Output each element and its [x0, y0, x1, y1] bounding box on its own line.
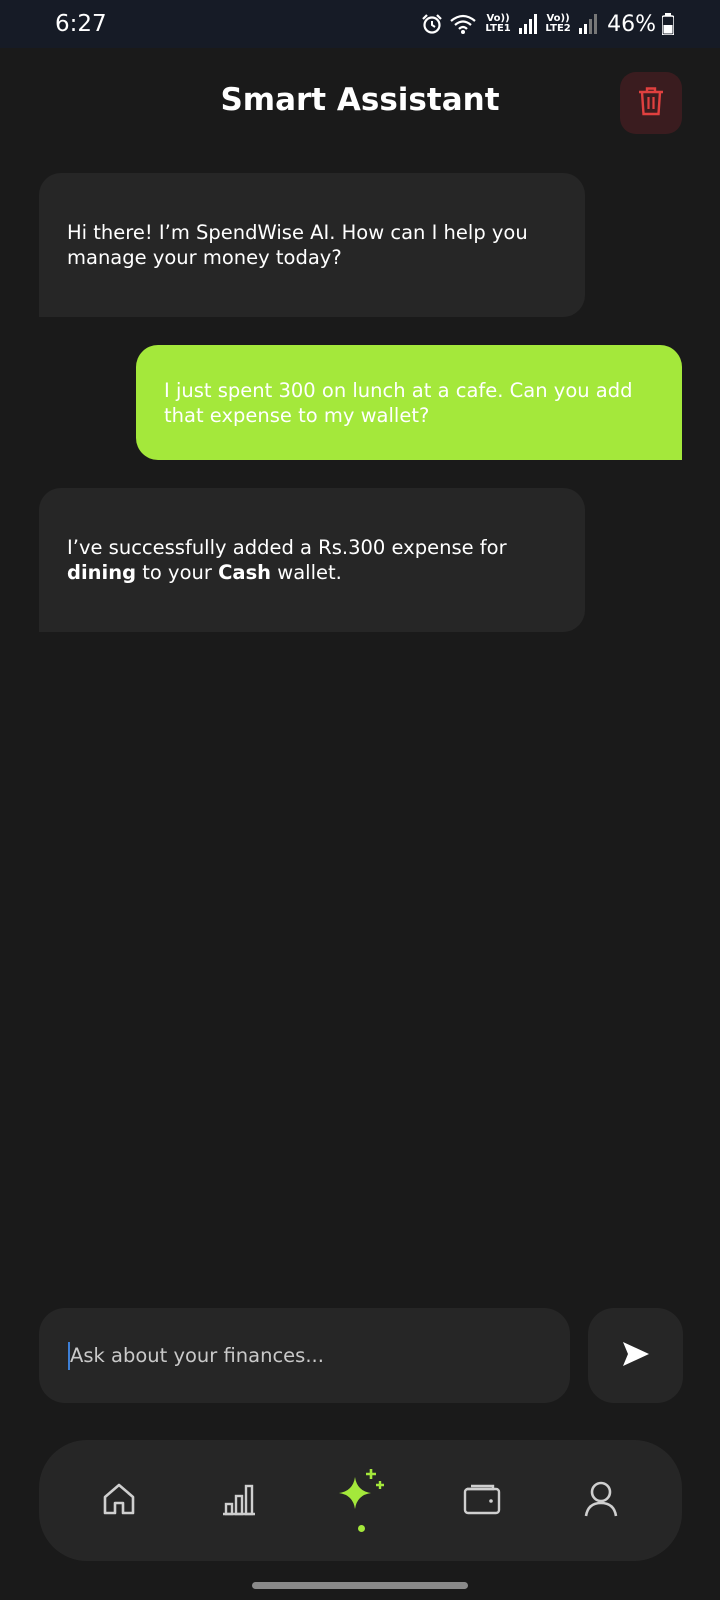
message-text-part: to your	[136, 561, 219, 584]
status-bar: 6:27 Vo)) LTE1 Vo)) LTE2 46%	[0, 0, 720, 48]
status-time: 6:27	[55, 11, 107, 37]
active-indicator-dot	[357, 1525, 365, 1532]
assistant-message: Hi there! I’m SpendWise AI. How can I he…	[39, 173, 585, 317]
message-bold-wallet: Cash	[218, 561, 272, 584]
nav-wallet[interactable]	[442, 1440, 522, 1561]
page-title: Smart Assistant	[220, 82, 500, 118]
network-label-1: Vo)) LTE1	[485, 13, 511, 34]
sparkle-icon	[335, 1469, 387, 1519]
message-text-part: I’ve successfully added a Rs.300 expense…	[67, 536, 507, 559]
send-button[interactable]	[588, 1308, 683, 1403]
message-text: Hi there! I’m SpendWise AI. How can I he…	[67, 221, 528, 269]
signal-icon	[519, 14, 538, 34]
nav-home[interactable]	[79, 1440, 159, 1561]
nav-profile[interactable]	[561, 1440, 641, 1561]
message-text: I’ve successfully added a Rs.300 expense…	[67, 535, 545, 585]
battery-icon	[662, 13, 674, 35]
home-indicator[interactable]	[252, 1582, 468, 1589]
clear-chat-button[interactable]	[620, 72, 682, 134]
stats-icon	[221, 1481, 257, 1521]
message-bold-category: dining	[67, 561, 137, 584]
home-icon	[101, 1481, 137, 1521]
message-text: I just spent 300 on lunch at a cafe. Can…	[164, 378, 633, 427]
bottom-nav	[39, 1440, 682, 1561]
nav-assistant[interactable]	[321, 1440, 401, 1561]
status-icons: Vo)) LTE1 Vo)) LTE2 46%	[421, 10, 674, 38]
message-text-part: wallet.	[271, 561, 342, 584]
battery-percentage: 46%	[607, 11, 656, 37]
wallet-icon	[463, 1483, 501, 1519]
user-message: I just spent 300 on lunch at a cafe. Can…	[136, 345, 682, 460]
network-label-2: Vo)) LTE2	[545, 13, 571, 34]
chat-input-container	[39, 1308, 570, 1403]
wifi-icon	[449, 13, 477, 35]
nav-stats[interactable]	[199, 1440, 279, 1561]
chat-input[interactable]	[68, 1343, 570, 1368]
text-caret	[68, 1342, 70, 1370]
alarm-icon	[421, 13, 443, 35]
assistant-message: I’ve successfully added a Rs.300 expense…	[39, 488, 585, 632]
signal-icon-2	[579, 14, 598, 34]
send-icon	[621, 1340, 651, 1372]
trash-icon	[638, 86, 664, 120]
profile-icon	[583, 1480, 619, 1522]
